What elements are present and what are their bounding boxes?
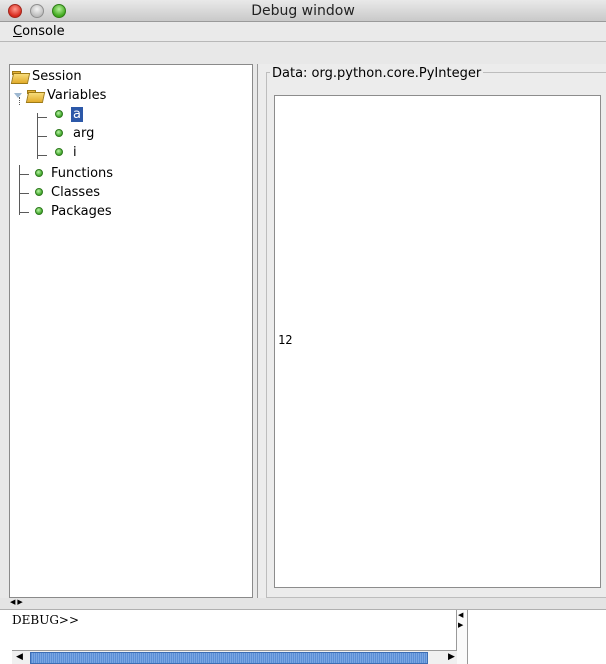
tree-node-var-a[interactable]: a — [55, 105, 83, 123]
debug-window: Debug window Console Session Variables a… — [0, 0, 606, 664]
variable-leaf-icon — [55, 148, 63, 156]
scroll-up-arrow-icon[interactable]: ◀ — [458, 612, 463, 619]
tree-connector — [37, 117, 47, 118]
scroll-thumb[interactable] — [30, 652, 428, 664]
folder-open-icon — [27, 89, 43, 101]
window-title: Debug window — [251, 3, 355, 19]
variable-leaf-icon — [55, 129, 63, 137]
tree-panel[interactable] — [9, 64, 253, 598]
tree-node-label: Packages — [51, 203, 112, 219]
tree-node-label: Session — [32, 68, 82, 84]
split-arrows-icon[interactable]: ◀▶ — [10, 599, 25, 606]
data-group-title: Data: org.python.core.PyInteger — [270, 66, 484, 81]
tree-connector — [37, 155, 47, 156]
leaf-icon — [35, 188, 43, 196]
tree-connector — [37, 136, 47, 137]
tree-node-functions[interactable]: Functions — [35, 164, 113, 182]
split-divider[interactable]: ◀▶ — [0, 598, 606, 610]
tree-node-classes[interactable]: Classes — [35, 183, 100, 201]
console-prompt: DEBUG>> — [12, 613, 80, 627]
tree-node-variables[interactable]: Variables — [14, 86, 106, 104]
menu-bar: Console — [0, 22, 606, 42]
leaf-icon — [35, 207, 43, 215]
console-horizontal-scrollbar[interactable]: ◀ ▶ — [12, 650, 457, 664]
expand-toggle-icon[interactable] — [14, 91, 23, 100]
scroll-right-arrow-icon[interactable]: ▶ — [448, 652, 455, 662]
menu-console[interactable]: Console — [13, 24, 65, 39]
tree-connector — [19, 165, 20, 215]
scroll-down-arrow-icon[interactable]: ▶ — [458, 622, 463, 629]
data-value-area[interactable] — [274, 95, 601, 588]
scroll-left-arrow-icon[interactable]: ◀ — [16, 652, 23, 662]
tree-connector — [19, 174, 29, 175]
menu-console-label: onsole — [22, 24, 65, 39]
tree-node-var-i[interactable]: i — [55, 143, 77, 161]
data-value-text: 12 — [278, 333, 293, 347]
tree-node-label: a — [71, 106, 83, 122]
tree-connector — [19, 212, 29, 213]
menu-console-mnemonic: C — [13, 24, 23, 39]
title-bar[interactable]: Debug window — [0, 0, 606, 22]
console-side-area — [468, 610, 606, 664]
variable-leaf-icon — [55, 110, 63, 118]
folder-open-icon — [12, 70, 28, 82]
tree-node-packages[interactable]: Packages — [35, 202, 112, 220]
tree-node-label: Variables — [47, 87, 107, 103]
tree-node-label: Classes — [51, 184, 100, 200]
tree-node-var-arg[interactable]: arg — [55, 124, 94, 142]
leaf-icon — [35, 169, 43, 177]
tree-node-label: i — [73, 144, 77, 160]
tree-node-label: arg — [73, 125, 95, 141]
tree-connector — [19, 193, 29, 194]
tree-node-label: Functions — [51, 165, 114, 181]
tree-node-session[interactable]: Session — [12, 67, 82, 85]
console-vertical-scrollbar[interactable]: ◀ ▶ — [456, 610, 468, 664]
